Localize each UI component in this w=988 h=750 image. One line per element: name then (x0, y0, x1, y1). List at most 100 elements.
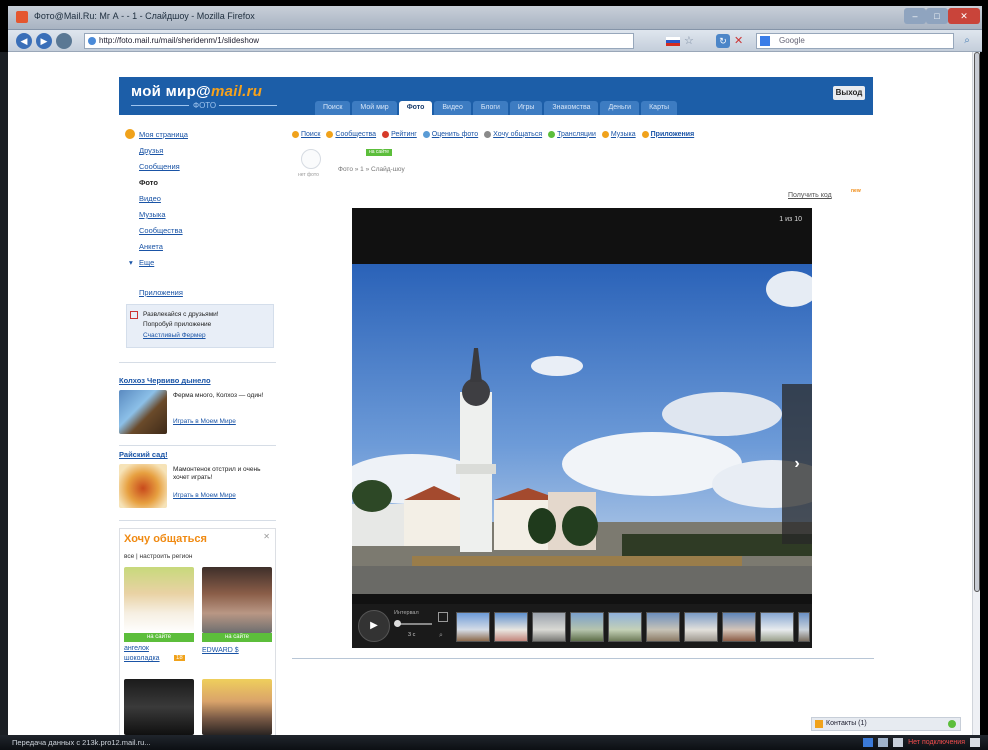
interval-label: Интервал (394, 610, 419, 616)
tab-games[interactable]: Игры (509, 101, 543, 115)
slideshow-photo[interactable]: › (352, 264, 812, 594)
url-text: http://foto.mail.ru/mail/sheridenm/1/sli… (99, 36, 260, 45)
exit-button[interactable]: Выход (833, 86, 865, 100)
close-icon[interactable]: ✕ (263, 532, 270, 541)
play-button[interactable]: ▶ (358, 610, 390, 642)
contacts-label: Контакты (1) (826, 720, 867, 727)
sidebar-item-communities[interactable]: Сообщества (139, 226, 183, 235)
game-description: Ферма много, Колхоз — один! (173, 392, 264, 399)
sidebar-item-music[interactable]: Музыка (139, 210, 166, 219)
game-image[interactable] (119, 464, 167, 508)
search-icon[interactable]: ⌕ (960, 34, 974, 48)
thumbnail[interactable] (798, 612, 810, 642)
addon-icon[interactable] (944, 34, 958, 48)
sidebar-item-friends[interactable]: Друзья (139, 146, 163, 155)
game-title[interactable]: Колхоз Червиво дынело (119, 376, 211, 385)
stop-icon[interactable]: ✕ (734, 34, 748, 48)
thumbnail[interactable] (760, 612, 794, 642)
sidebar-item-more[interactable]: Еще (139, 258, 154, 267)
more-arrow-icon[interactable]: ▾ (129, 258, 133, 267)
connection-status: Нет подключения (908, 739, 965, 746)
tab-search[interactable]: Поиск (315, 101, 351, 115)
tab-my-world[interactable]: Мой мир (352, 101, 397, 115)
profile-avatar[interactable] (301, 149, 321, 169)
sidebar-item-messages[interactable]: Сообщения (139, 162, 180, 171)
thumbnail[interactable] (608, 612, 642, 642)
interval-slider[interactable] (394, 620, 432, 627)
address-bar[interactable]: http://foto.mail.ru/mail/sheridenm/1/sli… (84, 33, 634, 49)
communities-icon (326, 130, 334, 138)
site-logo[interactable]: мой мир@mail.ru (131, 83, 262, 100)
topmenu-apps[interactable]: Приложения (641, 128, 694, 140)
reload-icon[interactable]: ↻ (716, 34, 730, 48)
minimize-button[interactable]: – (904, 8, 926, 24)
avatar[interactable] (202, 679, 272, 735)
topmenu-broadcasts[interactable]: Трансляции (548, 128, 596, 140)
topmenu-want-chat[interactable]: Хочу общаться (484, 128, 542, 140)
game-play-link[interactable]: Играть в Моем Мире (173, 492, 236, 499)
music-icon (601, 130, 609, 138)
topmenu-music[interactable]: Музыка (601, 128, 636, 140)
page-scrollbar[interactable] (972, 52, 980, 735)
scrollbar-thumb[interactable] (974, 52, 980, 592)
desktop-edge (0, 52, 8, 735)
bookmark-star-icon[interactable]: ☆ (684, 34, 694, 47)
topmenu-communities[interactable]: Сообщества (326, 128, 376, 140)
thumbnail[interactable] (494, 612, 528, 642)
sidebar-item-my-page[interactable]: Моя страница (139, 130, 188, 139)
thumbnail[interactable] (646, 612, 680, 642)
favicon-icon (88, 37, 96, 45)
settings-icon[interactable] (893, 738, 904, 747)
sidebar-item-photo[interactable]: Фото (139, 178, 158, 187)
sidebar-item-profile[interactable]: Анкета (139, 242, 163, 251)
back-icon[interactable]: ◀ (16, 33, 32, 49)
rate-photo-icon (422, 130, 430, 138)
thumbnail[interactable] (684, 612, 718, 642)
avatar[interactable] (124, 679, 194, 735)
game-title[interactable]: Райский сад! (119, 450, 168, 459)
tab-money[interactable]: Деньги (600, 101, 640, 115)
thumbnail[interactable] (532, 612, 566, 642)
network-icon[interactable] (863, 738, 874, 747)
tab-blogs[interactable]: Блоги (472, 101, 508, 115)
thumbnail[interactable] (722, 612, 756, 642)
topmenu-rating[interactable]: Рейтинг (382, 128, 417, 140)
new-badge: new (851, 188, 861, 194)
chat-user-name[interactable]: ангелок (124, 645, 149, 652)
content-divider (292, 658, 874, 659)
close-button[interactable]: ✕ (948, 8, 980, 24)
breadcrumb[interactable]: Фото » 1 » Слайд-шоу (338, 166, 405, 173)
tab-photo[interactable]: Фото (398, 101, 433, 115)
zoom-icon[interactable]: ⌕ (439, 632, 443, 640)
promo-box: Развлекайся с друзьями! Попробуй приложе… (126, 304, 274, 348)
page-content: мой мир@mail.ru ФОТО Поиск Мой мир Фото … (8, 52, 974, 735)
home-icon[interactable] (56, 33, 72, 49)
thumbnail[interactable] (456, 612, 490, 642)
tab-video[interactable]: Видео (434, 101, 471, 115)
chat-subtitle[interactable]: все | настроить регион (124, 553, 192, 560)
avatar[interactable] (202, 567, 272, 633)
search-input[interactable]: Google (756, 33, 954, 49)
sidebar-item-video[interactable]: Видео (139, 194, 161, 203)
topmenu-search[interactable]: Поиск (292, 128, 320, 140)
chat-user-name-cont[interactable]: шоколадка (124, 655, 160, 662)
chat-user-name[interactable]: EDWARD $ (202, 647, 239, 654)
sidebar-item-apps[interactable]: Приложения (139, 288, 183, 297)
promo-link[interactable]: Счастливый Фермер (143, 332, 206, 339)
tab-dating[interactable]: Знакомства (544, 101, 599, 115)
volume-icon[interactable] (878, 738, 889, 747)
slider-handle[interactable] (394, 620, 401, 627)
game-image[interactable] (119, 390, 167, 434)
fullscreen-icon[interactable] (438, 612, 448, 622)
next-photo-button[interactable]: › (782, 384, 812, 544)
get-code-link[interactable]: Получить код (788, 192, 832, 199)
forward-icon[interactable]: ▶ (36, 33, 52, 49)
tray-icon[interactable] (970, 738, 980, 747)
contacts-bar[interactable]: Контакты (1) (811, 717, 961, 731)
maximize-button[interactable]: □ (926, 8, 948, 24)
topmenu-rate-photo[interactable]: Оценить фото (422, 128, 478, 140)
avatar[interactable] (124, 567, 194, 633)
tab-maps[interactable]: Карты (641, 101, 678, 115)
thumbnail[interactable] (570, 612, 604, 642)
game-play-link[interactable]: Играть в Моем Мире (173, 418, 236, 425)
